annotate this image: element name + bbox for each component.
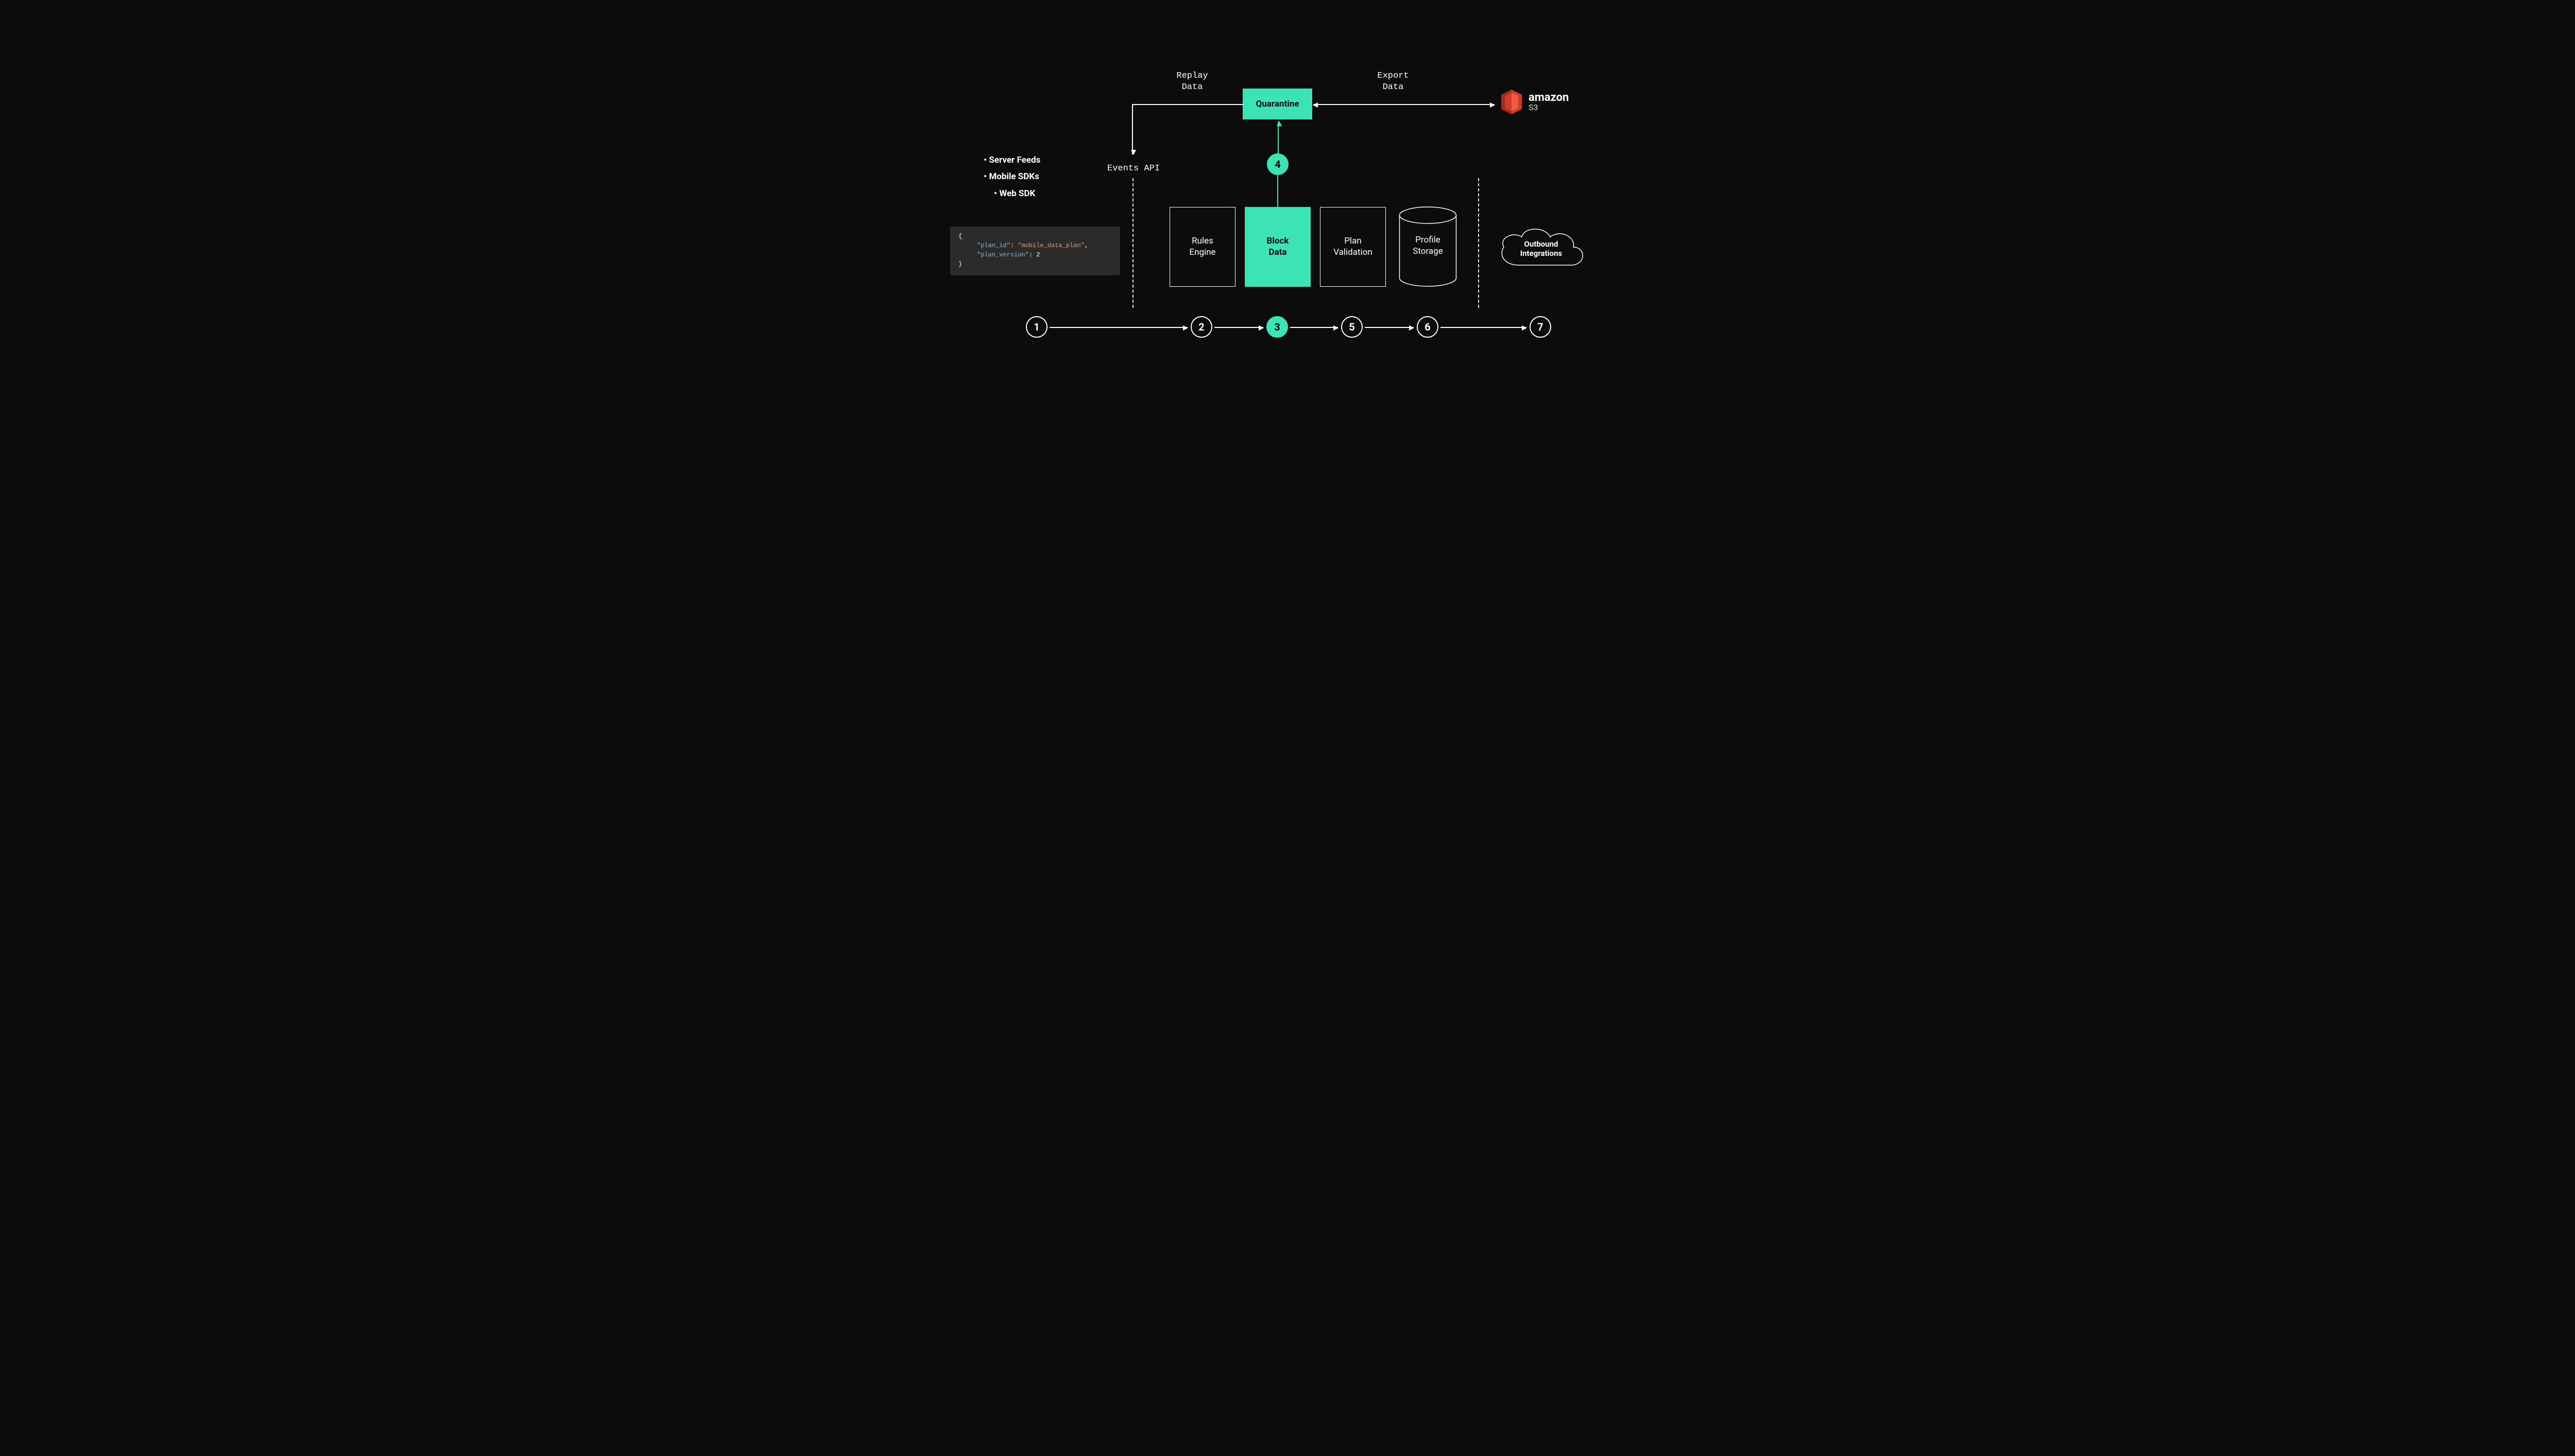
source-item: Mobile SDKs (984, 168, 1040, 185)
code-line: "plan_id": "mobile_data_plan", (958, 241, 1112, 250)
connector-export (1313, 104, 1495, 105)
outbound-integrations-cloud: Outbound Integrations (1494, 224, 1589, 273)
json-key: "plan_version" (977, 251, 1029, 258)
connector-block-quarantine-upper (1278, 122, 1279, 154)
step-3: 3 (1266, 316, 1288, 338)
code-sample: { "plan_id": "mobile_data_plan", "plan_v… (950, 227, 1120, 275)
step-7: 7 (1530, 316, 1551, 338)
plan-validation-box: Plan Validation (1320, 207, 1386, 287)
block-data-box: Block Data (1245, 207, 1311, 287)
arrow-5-6 (1365, 327, 1414, 328)
s3-label: amazon S3 (1529, 92, 1569, 112)
replay-data-label: Replay Data (1161, 71, 1223, 93)
connector-block-quarantine-lower (1277, 175, 1278, 207)
step-1: 1 (1026, 316, 1048, 338)
connector-replay-h (1132, 104, 1244, 105)
json-string: "mobile_data_plan" (1018, 242, 1085, 249)
events-api-label: Events API (1107, 164, 1160, 174)
source-item: Web SDK (994, 185, 1040, 202)
diagram-stage: Server Feeds Mobile SDKs Web SDK { "plan… (891, 0, 1684, 422)
step-5: 5 (1341, 316, 1363, 338)
profile-storage-cylinder: Profile Storage (1398, 206, 1457, 286)
step-2: 2 (1191, 316, 1212, 338)
divider-left (1132, 178, 1134, 308)
json-key: "plan_id" (977, 242, 1010, 249)
s3-icon (1499, 88, 1524, 116)
divider-right (1478, 178, 1479, 308)
code-line: "plan_version": 2 (958, 250, 1112, 259)
connector-replay-v (1132, 104, 1133, 154)
step-4: 4 (1267, 153, 1289, 175)
json-number: 2 (1036, 251, 1040, 258)
source-item: Server Feeds (984, 152, 1040, 168)
export-data-label: Export Data (1362, 71, 1424, 93)
quarantine-box: Quarantine (1243, 89, 1312, 119)
code-line: } (958, 259, 1112, 269)
arrow-6-7 (1440, 327, 1526, 328)
step-6: 6 (1417, 316, 1438, 338)
arrow-1-2 (1050, 327, 1188, 328)
sources-list: Server Feeds Mobile SDKs Web SDK (984, 152, 1040, 202)
arrow-3-5 (1290, 327, 1338, 328)
arrow-2-3 (1214, 327, 1263, 328)
amazon-s3: amazon S3 (1499, 88, 1569, 116)
code-line: { (958, 232, 1112, 241)
rules-engine-box: Rules Engine (1170, 207, 1235, 287)
